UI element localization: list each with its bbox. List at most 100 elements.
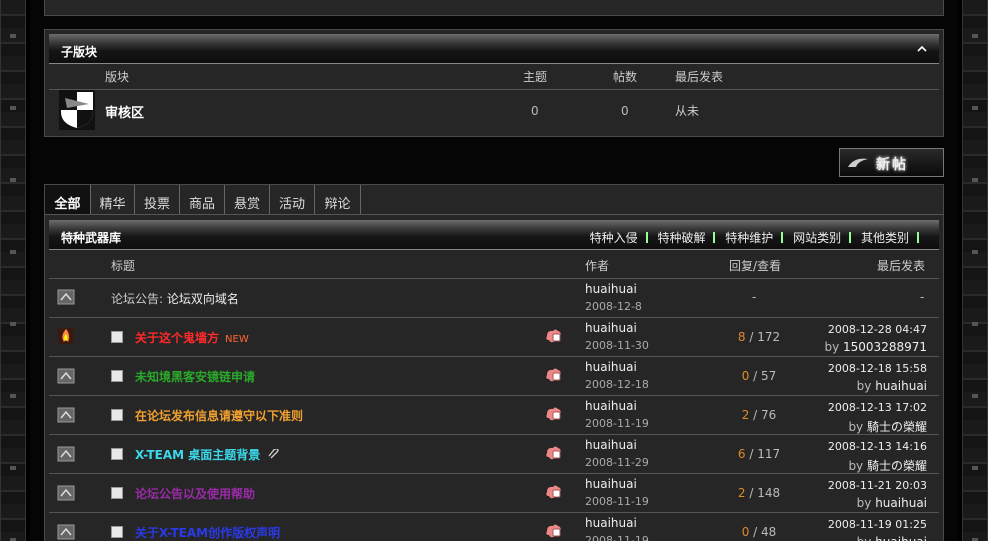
tab-reward[interactable]: 悬赏 bbox=[225, 185, 270, 214]
thread-select-checkbox[interactable] bbox=[111, 331, 123, 343]
tab-digest[interactable]: 精华 bbox=[91, 185, 135, 214]
tab-trade[interactable]: 商品 bbox=[180, 185, 225, 214]
reply-icon[interactable] bbox=[545, 484, 563, 500]
announcement-date: 2008-12-8 bbox=[585, 300, 642, 313]
thread-title-link[interactable]: 未知境黑客安镜链申请 bbox=[135, 370, 255, 384]
category-link[interactable]: 网站类别 bbox=[793, 231, 841, 245]
last-post-time[interactable]: 2008-12-28 04:47 bbox=[828, 323, 927, 336]
reply-icon[interactable] bbox=[545, 367, 563, 383]
reply-count: 6 bbox=[737, 447, 746, 461]
thread-title-link[interactable]: X-TEAM 桌面主题背景 bbox=[135, 448, 260, 462]
col-posts: 帖数 bbox=[613, 70, 638, 84]
thread-title-link[interactable]: 在论坛发布信息请遵守以下准则 bbox=[135, 409, 303, 423]
view-count: 148 bbox=[757, 486, 781, 500]
thread-folder-icon bbox=[57, 446, 75, 462]
last-post-by: by huaihuai bbox=[857, 535, 927, 541]
thread-stats: 0 / 57 bbox=[695, 369, 823, 383]
announcement-author[interactable]: huaihuai bbox=[585, 282, 637, 296]
col-stats: 回复/查看 bbox=[729, 259, 782, 273]
thread-author[interactable]: huaihuai bbox=[585, 438, 637, 452]
thread-title-link[interactable]: 论坛公告以及使用帮助 bbox=[135, 487, 255, 501]
subforum-header-bar: 子版块 bbox=[49, 34, 939, 64]
view-count: 117 bbox=[757, 447, 781, 461]
category-separator bbox=[781, 232, 784, 243]
category-link[interactable]: 特种入侵 bbox=[590, 231, 638, 245]
category-separator bbox=[849, 232, 852, 243]
thread-author[interactable]: huaihuai bbox=[585, 477, 637, 491]
thread-folder-icon bbox=[57, 524, 75, 540]
tab-debate[interactable]: 辩论 bbox=[315, 185, 361, 214]
last-poster[interactable]: huaihuai bbox=[875, 379, 927, 393]
reply-icon[interactable] bbox=[545, 445, 563, 461]
category-separator bbox=[917, 232, 919, 243]
thread-folder-icon bbox=[57, 485, 75, 501]
thread-folder-icon bbox=[57, 289, 75, 305]
forum-topics-count: 0 bbox=[531, 104, 539, 118]
category-link[interactable]: 特种破解 bbox=[657, 231, 705, 245]
stats-separator: / bbox=[745, 486, 758, 500]
last-post-time[interactable]: 2008-11-19 01:25 bbox=[828, 518, 927, 531]
category-link[interactable]: 特种维护 bbox=[725, 231, 773, 245]
thread-list-panel: 全部 精华 投票 商品 悬赏 活动 辩论 特种武器库 特种入侵 特种破解 特种维… bbox=[44, 184, 944, 541]
announcement-link[interactable]: 论坛公告: 论坛双向域名 bbox=[111, 290, 239, 307]
wing-ornament-icon bbox=[848, 158, 868, 167]
thread-author[interactable]: huaihuai bbox=[585, 516, 637, 530]
last-post-by: by huaihuai bbox=[857, 496, 927, 510]
thread-stats: 8 / 172 bbox=[695, 330, 823, 344]
thread-author[interactable]: huaihuai bbox=[585, 321, 637, 335]
thread-author[interactable]: huaihuai bbox=[585, 399, 637, 413]
thread-folder-icon bbox=[57, 368, 75, 384]
thread-stats: 2 / 76 bbox=[695, 408, 823, 422]
shield-logo-icon bbox=[59, 90, 95, 130]
thread-select-checkbox[interactable] bbox=[111, 448, 123, 460]
thread-date: 2008-11-19 bbox=[585, 495, 649, 508]
divider bbox=[49, 356, 939, 357]
tab-all[interactable]: 全部 bbox=[45, 185, 91, 214]
collapse-icon[interactable] bbox=[917, 44, 927, 54]
last-post-time[interactable]: 2008-12-13 17:02 bbox=[828, 401, 927, 414]
category-link[interactable]: 其他类别 bbox=[861, 231, 909, 245]
last-poster[interactable]: huaihuai bbox=[875, 496, 927, 510]
list-header-bar: 特种武器库 特种入侵 特种破解 特种维护 网站类别 其他类别 bbox=[49, 220, 939, 250]
thread-stats: 2 / 148 bbox=[695, 486, 823, 500]
last-post-time[interactable]: 2008-12-18 15:58 bbox=[828, 362, 927, 375]
thread-select-checkbox[interactable] bbox=[111, 526, 123, 538]
thread-select-checkbox[interactable] bbox=[111, 370, 123, 382]
last-poster[interactable]: huaihuai bbox=[875, 535, 927, 541]
reply-count: 8 bbox=[737, 330, 746, 344]
thread-title-link[interactable]: 关于这个鬼墙方 bbox=[135, 331, 219, 345]
forum-link-review[interactable]: 审核区 bbox=[105, 102, 144, 121]
stats-separator: / bbox=[749, 369, 762, 383]
divider bbox=[49, 278, 939, 279]
reply-icon[interactable] bbox=[545, 523, 563, 539]
thread-date: 2008-12-18 bbox=[585, 378, 649, 391]
by-label: by bbox=[824, 340, 840, 354]
attachment-icon bbox=[268, 448, 280, 464]
col-author: 作者 bbox=[585, 259, 610, 273]
view-count: 57 bbox=[761, 369, 777, 383]
last-poster[interactable]: 騎士の榮耀 bbox=[867, 420, 927, 434]
thread-date: 2008-11-30 bbox=[585, 339, 649, 352]
last-post-time[interactable]: 2008-12-13 14:16 bbox=[828, 440, 927, 453]
thread-author[interactable]: huaihuai bbox=[585, 360, 637, 374]
thread-select-checkbox[interactable] bbox=[111, 409, 123, 421]
last-post-by: by 騎士の榮耀 bbox=[848, 457, 927, 474]
new-post-button[interactable]: 新帖 bbox=[839, 148, 944, 177]
last-post-time[interactable]: 2008-11-21 20:03 bbox=[828, 479, 927, 492]
reply-icon[interactable] bbox=[545, 406, 563, 422]
last-poster[interactable]: 15003288971 bbox=[843, 340, 927, 354]
thread-date: 2008-11-19 bbox=[585, 417, 649, 430]
last-poster[interactable]: 騎士の榮耀 bbox=[867, 459, 927, 473]
announcement-title: 论坛双向域名 bbox=[166, 292, 239, 306]
thread-select-checkbox[interactable] bbox=[111, 487, 123, 499]
tab-poll[interactable]: 投票 bbox=[135, 185, 180, 214]
reply-icon[interactable] bbox=[545, 328, 563, 344]
col-topics: 主题 bbox=[523, 70, 548, 84]
by-label: by bbox=[857, 535, 872, 541]
thread-date: 2008-11-19 bbox=[585, 534, 649, 541]
by-label: by bbox=[856, 379, 872, 393]
thread-folder-icon bbox=[57, 407, 75, 423]
thread-stats: 0 / 48 bbox=[695, 525, 823, 539]
thread-title-link[interactable]: 关于X-TEAM创作版权声明 bbox=[135, 526, 280, 540]
tab-activity[interactable]: 活动 bbox=[270, 185, 315, 214]
